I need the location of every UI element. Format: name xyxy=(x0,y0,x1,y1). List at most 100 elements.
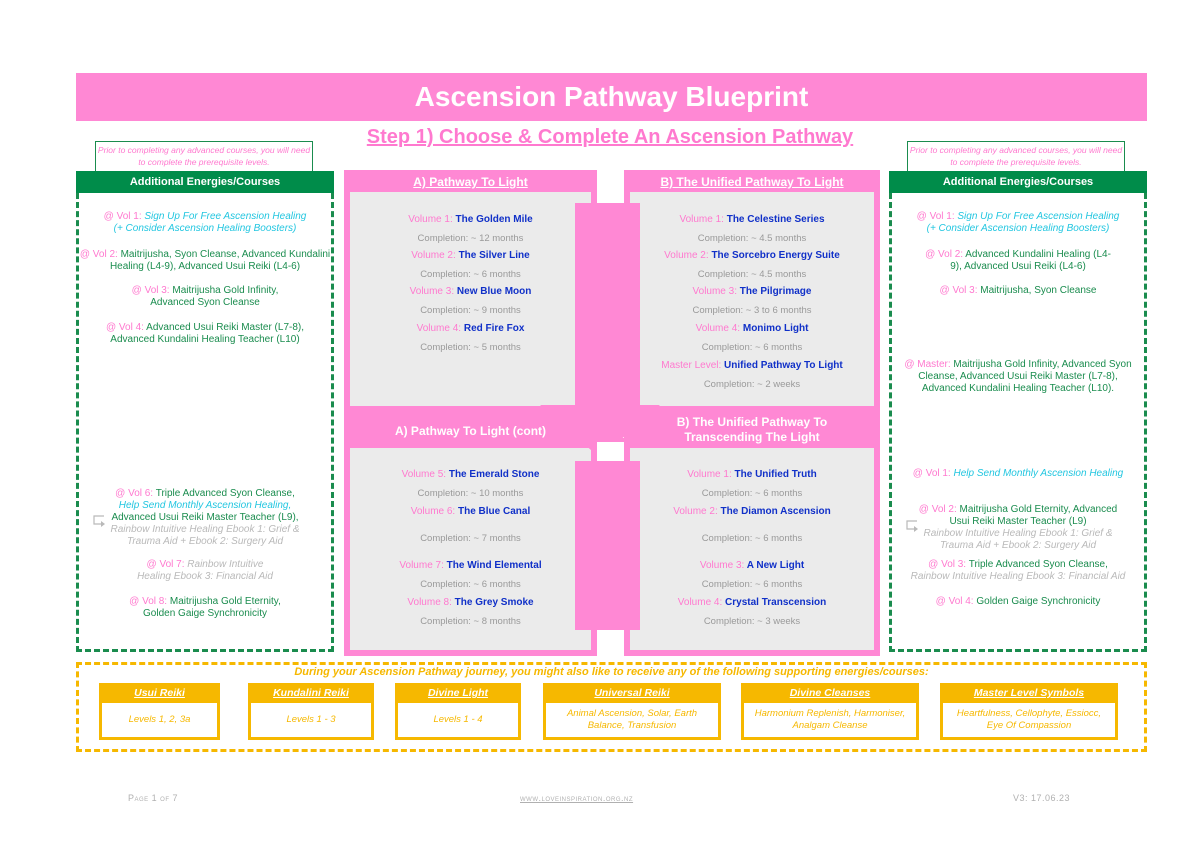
title-bar: Ascension Pathway Blueprint xyxy=(76,73,1147,121)
left-entry-vol2: @ Vol 2: Maitrijusha, Syon Cleanse, Adva… xyxy=(79,249,331,273)
volume-item: Volume 2: The Sorcebro Energy Suite xyxy=(664,250,840,261)
entry-link[interactable]: Sign Up For Free Ascension Healing xyxy=(957,211,1119,222)
course-name[interactable]: Divine Cleanses xyxy=(741,687,919,699)
entry-extra[interactable]: (+ Consider Ascension Healing Boosters) xyxy=(927,223,1110,234)
right-entry-b-vol2: @ Vol 2: Maitrijusha Gold Eternity, Adva… xyxy=(892,504,1144,552)
page-title: Ascension Pathway Blueprint xyxy=(414,81,809,112)
course-detail: Animal Ascension, Solar, Earth Balance, … xyxy=(546,703,718,737)
entry-extra[interactable]: (+ Consider Ascension Healing Boosters) xyxy=(114,223,297,234)
entry-label: @ Vol 4: xyxy=(105,322,144,333)
completion-text: Completion: ~ 10 months xyxy=(417,488,524,499)
volume-item: Volume 4: Monimo Light xyxy=(695,323,809,334)
elbow-arrow-icon xyxy=(93,515,105,527)
left-entry-vol6: @ Vol 6: Triple Advanced Syon Cleanse, H… xyxy=(79,488,331,548)
right-entry-vol2: @ Vol 2: Advanced Kundalini Healing (L4-… xyxy=(892,249,1144,273)
supporting-courses-title: During your Ascension Pathway journey, y… xyxy=(294,666,929,678)
pathway-a-heading[interactable]: A) Pathway To Light xyxy=(344,175,597,189)
volume-item: Volume 3: The Pilgrimage xyxy=(692,286,812,297)
prereq-note-right: Prior to completing any advanced courses… xyxy=(907,141,1125,171)
volume-item: Volume 4: Crystal Transcension xyxy=(677,597,827,608)
page-number: Page 1 of 7 xyxy=(128,793,179,803)
pathway-b-cont-panel: B) The Unified Pathway To Transcending T… xyxy=(624,412,880,656)
entry-label: @ Vol 3: xyxy=(928,559,967,570)
course-name[interactable]: Usui Reiki xyxy=(99,687,220,699)
website-link[interactable]: www.loveinspiration.org.nz xyxy=(520,793,633,803)
right-panel-heading: Additional Energies/Courses xyxy=(889,171,1147,193)
entry-text: Golden Gaige Synchronicity xyxy=(976,596,1101,607)
entry-label: @ Vol 2: xyxy=(918,504,957,515)
volume-item: Volume 1: The Golden Mile xyxy=(408,214,533,225)
right-entry-master: @ Master: Maitrijusha Gold Infinity, Adv… xyxy=(892,359,1144,395)
completion-text: Completion: ~ 6 months xyxy=(701,342,803,353)
completion-text: Completion: ~ 4.5 months xyxy=(697,233,807,244)
course-divine-light[interactable]: Divine Light Levels 1 - 4 xyxy=(395,683,521,740)
completion-text: Completion: ~ 6 months xyxy=(420,269,521,280)
entry-label: @ Vol 4: xyxy=(935,596,974,607)
completion-text: Completion: ~ 3 weeks xyxy=(703,616,801,627)
left-panel-heading: Additional Energies/Courses xyxy=(76,171,334,193)
entry-text: Maitrijusha Gold Infinity, Advanced Syon… xyxy=(150,285,279,308)
course-detail: Levels 1 - 3 xyxy=(251,703,371,737)
completion-text: Completion: ~ 8 months xyxy=(420,616,521,627)
left-additional-panel: @ Vol 1: Sign Up For Free Ascension Heal… xyxy=(76,193,334,652)
entry-text: Maitrijusha, Syon Cleanse, Advanced Kund… xyxy=(109,249,331,272)
completion-text: Completion: ~ 4.5 months xyxy=(697,269,807,280)
completion-text: Completion: ~ 12 months xyxy=(417,233,524,244)
entry-grey-text: Rainbow Intuitive Healing Ebook 1: Grief… xyxy=(923,528,1113,551)
completion-text: Completion: ~ 6 months xyxy=(701,533,803,544)
left-entry-vol7: @ Vol 7: Rainbow Intuitive Healing Ebook… xyxy=(79,559,331,583)
course-name[interactable]: Universal Reiki xyxy=(543,687,721,699)
course-name[interactable]: Kundalini Reiki xyxy=(248,687,374,699)
entry-link[interactable]: Help Send Monthly Ascension Healing xyxy=(954,468,1124,479)
right-entry-vol3: @ Vol 3: Maitrijusha, Syon Cleanse xyxy=(892,285,1144,297)
entry-label: @ Vol 1: xyxy=(912,468,951,479)
volume-item: Volume 4: Red Fire Fox xyxy=(416,323,525,334)
pathway-b-cont-heading: B) The Unified Pathway To Transcending T… xyxy=(624,415,880,445)
entry-label: @ Master: xyxy=(904,359,951,370)
elbow-arrow-icon xyxy=(906,520,918,532)
entry-label: @ Vol 1: xyxy=(103,211,142,222)
heading-line: Transcending The Light xyxy=(684,430,820,444)
completion-text: Completion: ~ 7 months xyxy=(420,533,521,544)
volume-item: Volume 5: The Emerald Stone xyxy=(401,469,540,480)
left-entry-vol8: @ Vol 8: Maitrijusha Gold Eternity, Gold… xyxy=(79,596,331,620)
entry-text: Maitrijusha, Syon Cleanse xyxy=(980,285,1097,296)
arrow-stem xyxy=(596,438,624,464)
entry-link[interactable]: Sign Up For Free Ascension Healing xyxy=(144,211,306,222)
entry-label: @ Vol 8: xyxy=(129,596,168,607)
course-name[interactable]: Divine Light xyxy=(395,687,521,699)
pathway-b-body: Volume 1: The Celestine Series Completio… xyxy=(630,192,874,406)
entry-text: Maitrijusha Gold Infinity, Advanced Syon… xyxy=(918,359,1132,394)
volume-item: Volume 3: New Blue Moon xyxy=(409,286,532,297)
entry-text: Triple Advanced Syon Cleanse, xyxy=(155,488,295,499)
step-title: Step 1) Choose & Complete An Ascension P… xyxy=(366,126,854,148)
volume-item: Volume 1: The Unified Truth xyxy=(687,469,817,480)
course-detail: Harmonium Replenish, Harmoniser, Analgam… xyxy=(744,703,916,737)
left-entry-vol4: @ Vol 4: Advanced Usui Reiki Master (L7-… xyxy=(79,322,331,346)
completion-text: Completion: ~ 6 months xyxy=(701,488,803,499)
entry-text: Advanced Usui Reiki Master Teacher (L9), xyxy=(111,512,299,523)
arrow-gap xyxy=(597,180,624,204)
volume-item: Volume 2: The Silver Line xyxy=(411,250,530,261)
course-divine-cleanses[interactable]: Divine Cleanses Harmonium Replenish, Har… xyxy=(741,683,919,740)
entry-label: @ Vol 6: xyxy=(115,488,154,499)
course-universal-reiki[interactable]: Universal Reiki Animal Ascension, Solar,… xyxy=(543,683,721,740)
course-usui-reiki[interactable]: Usui Reiki Levels 1, 2, 3a xyxy=(99,683,220,740)
right-entry-b-vol1: @ Vol 1: Help Send Monthly Ascension Hea… xyxy=(892,468,1144,480)
pathway-a-cont-heading: A) Pathway To Light (cont) xyxy=(394,424,547,438)
entry-link[interactable]: Help Send Monthly Ascension Healing, xyxy=(119,500,292,511)
course-master-level-symbols[interactable]: Master Level Symbols Heartfulness, Cello… xyxy=(940,683,1118,740)
right-entry-b-vol4: @ Vol 4: Golden Gaige Synchronicity xyxy=(892,596,1144,608)
pathway-b-cont-body: Volume 1: The Unified Truth Completion: … xyxy=(630,448,874,650)
entry-label: @ Vol 3: xyxy=(939,285,978,296)
completion-text: Completion: ~ 9 months xyxy=(420,305,521,316)
course-name[interactable]: Master Level Symbols xyxy=(940,687,1118,699)
volume-item: Volume 8: The Grey Smoke xyxy=(407,597,534,608)
entry-grey-text: Rainbow Intuitive Healing Ebook 1: Grief… xyxy=(110,524,300,547)
entry-label: @ Vol 2: xyxy=(79,249,118,260)
volume-item: Volume 7: The Wind Elemental xyxy=(399,560,542,571)
volume-item: Volume 2: The Diamon Ascension xyxy=(673,506,831,517)
right-entry-b-vol3: @ Vol 3: Triple Advanced Syon Cleanse, R… xyxy=(892,559,1144,583)
course-kundalini-reiki[interactable]: Kundalini Reiki Levels 1 - 3 xyxy=(248,683,374,740)
pathway-b-heading[interactable]: B) The Unified Pathway To Light xyxy=(624,175,880,189)
